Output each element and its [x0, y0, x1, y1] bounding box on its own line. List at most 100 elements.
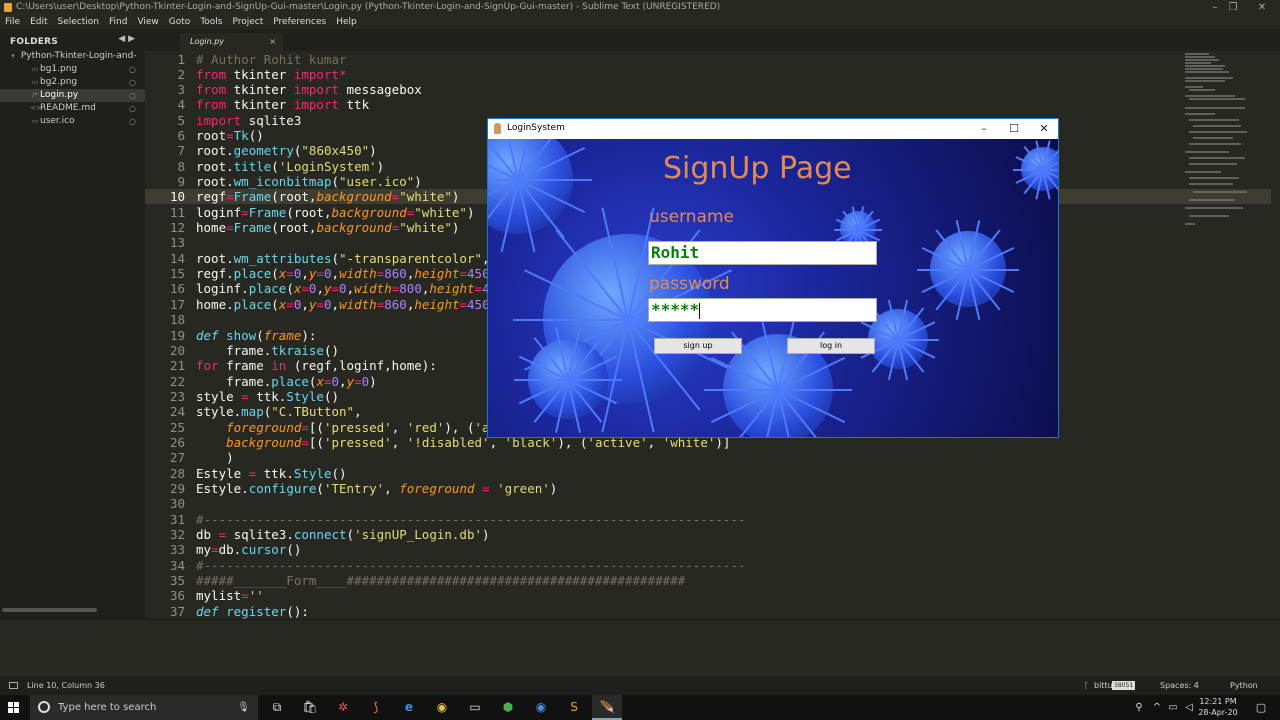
virus-spike [916, 269, 968, 271]
code-line: # Author Rohit kumar [196, 52, 347, 67]
login-maximize-button[interactable]: ☐ [999, 119, 1029, 138]
node-icon[interactable]: ⬢ [493, 695, 523, 720]
line-number: 18 [169, 312, 185, 327]
line-number: 16 [169, 281, 185, 296]
sidebar-item-bg2[interactable]: ▭ bg2.png ○ [0, 76, 145, 89]
close-icon[interactable]: ○ [129, 89, 136, 102]
close-button[interactable]: ✕ [1242, 0, 1280, 15]
line-number-gutter: 1 2 3 4 5 6 7 8 9 10 11 12 13 14 15 16 17 18 19 20 21 22 23 24 2… [145, 51, 185, 619]
code-line: def register(): [196, 604, 309, 619]
login-system-window: LoginSystem – ☐ ✕ SignUp Page username R… [487, 118, 1059, 438]
line-number: 4 [177, 97, 185, 112]
settings-app-icon[interactable]: ✲ [328, 695, 358, 720]
search-icon [38, 701, 50, 713]
line-number: 1 [177, 52, 185, 67]
code-line: frame.place(x=0,y=0) [196, 374, 377, 389]
code-line: import sqlite3 [196, 113, 302, 128]
close-icon[interactable]: × [269, 33, 276, 51]
code-line: root.title('LoginSystem') [196, 159, 385, 174]
line-number: 33 [169, 542, 185, 557]
sidebar-nav-arrows[interactable]: ◀ ▶ [118, 34, 135, 44]
chrome-profile-icon[interactable]: ◉ [526, 695, 556, 720]
indentation-setting[interactable]: Spaces: 4 [1160, 676, 1199, 695]
line-number: 19 [169, 328, 185, 343]
python-app-icon[interactable]: 🪶 [592, 695, 622, 720]
sidebar-scrollbar[interactable] [2, 608, 97, 612]
microphone-icon[interactable]: 🎙 [237, 695, 250, 720]
line-number: 6 [177, 128, 185, 143]
taskbar-search-box[interactable]: Type here to search 🎙 [30, 695, 258, 720]
search-placeholder: Type here to search [58, 702, 157, 713]
clock-time: 12:21 PM [1199, 697, 1237, 706]
menu-project[interactable]: Project [227, 15, 268, 29]
code-line: mylist='' [196, 588, 264, 603]
code-line: for frame in (regf,loginf,home): [196, 358, 437, 373]
notification-icon[interactable]: ▢ [1246, 695, 1276, 720]
code-line: loginf.place(x=0,y=0,width=800,height=45 [196, 281, 497, 296]
login-button[interactable]: log in [787, 338, 875, 354]
sidebar-item-user-ico[interactable]: ▭ user.ico ○ [0, 115, 145, 128]
close-icon[interactable]: ○ [129, 102, 136, 115]
line-number: 35 [169, 573, 185, 588]
menu-edit[interactable]: Edit [25, 15, 52, 29]
menu-file[interactable]: File [0, 15, 25, 29]
code-line: def show(frame): [196, 328, 317, 343]
code-file-icon: <> [30, 104, 42, 112]
feather-icon [494, 123, 501, 134]
line-number: 23 [169, 389, 185, 404]
menu-help[interactable]: Help [331, 15, 362, 29]
close-icon[interactable]: ○ [129, 76, 136, 89]
menu-goto[interactable]: Goto [164, 15, 196, 29]
edge-icon[interactable]: e [394, 695, 424, 720]
line-number: 7 [177, 143, 185, 158]
clock[interactable]: 12:21 PM 28-Apr-20 [1190, 696, 1246, 718]
password-input[interactable]: ***** [648, 298, 877, 322]
sidebar-item-bg1[interactable]: ▭ bg1.png ○ [0, 63, 145, 76]
sublime-text-icon[interactable]: S [559, 695, 589, 720]
sidebar-item-label: user.ico [40, 116, 75, 126]
menu-preferences[interactable]: Preferences [268, 15, 331, 29]
line-number: 11 [169, 205, 185, 220]
signup-button[interactable]: sign up [654, 338, 742, 354]
username-input[interactable]: Rohit [648, 241, 877, 265]
task-view-icon[interactable]: ⧉ [262, 695, 292, 720]
line-number: 10 [169, 189, 185, 204]
menu-find[interactable]: Find [104, 15, 132, 29]
image-file-icon: ▭ [31, 78, 39, 86]
menu-view[interactable]: View [132, 15, 163, 29]
virus-spike [518, 179, 593, 181]
code-line: Estyle = ttk.Style() [196, 466, 347, 481]
close-icon[interactable]: ○ [129, 63, 136, 76]
app-icon[interactable]: ⟆ [361, 695, 391, 720]
line-number: 31 [169, 512, 185, 527]
sidebar-item-label: Login.py [40, 90, 79, 100]
chrome-icon[interactable]: ◉ [427, 695, 457, 720]
store-icon[interactable]: 🛍 [295, 695, 325, 720]
sidebar-item-readme[interactable]: <>README.md ○ [0, 102, 145, 115]
tab-label: Login.py [190, 37, 225, 46]
login-close-button[interactable]: ✕ [1029, 119, 1059, 138]
menu-tools[interactable]: Tools [195, 15, 227, 29]
vertical-scrollbar[interactable] [1271, 51, 1280, 619]
menu-selection[interactable]: Selection [53, 15, 104, 29]
tab-login-py[interactable]: Login.py × [180, 33, 283, 51]
sidebar-item-login[interactable]: /* Login.py ○ [0, 89, 145, 102]
code-line: #---------------------------------------… [196, 512, 746, 527]
panel-toggle-icon[interactable] [9, 682, 18, 689]
windows-start-icon[interactable] [8, 702, 20, 713]
line-number: 25 [169, 420, 185, 435]
terminal-icon[interactable]: ▭ [460, 695, 490, 720]
git-branch[interactable]: bittu [1094, 676, 1113, 695]
code-line: foreground=[('pressed', 'red'), ('ac [226, 420, 498, 435]
sidebar-folder[interactable]: ▾ Python-Tkinter-Login-and- [0, 50, 145, 63]
sidebar-item-label: bg1.png [40, 64, 78, 74]
virus-spike [514, 379, 568, 381]
syntax-setting[interactable]: Python [1230, 676, 1258, 695]
cursor-position: Line 10, Column 36 [27, 681, 105, 690]
sublime-app-icon [4, 3, 12, 12]
minimap[interactable] [1181, 51, 1271, 251]
close-icon[interactable]: ○ [129, 115, 136, 128]
login-minimize-button[interactable]: – [969, 119, 999, 138]
virus-spike [898, 339, 939, 341]
title-bar: C:\Users\user\Desktop\Python-Tkinter-Log… [0, 0, 1280, 15]
